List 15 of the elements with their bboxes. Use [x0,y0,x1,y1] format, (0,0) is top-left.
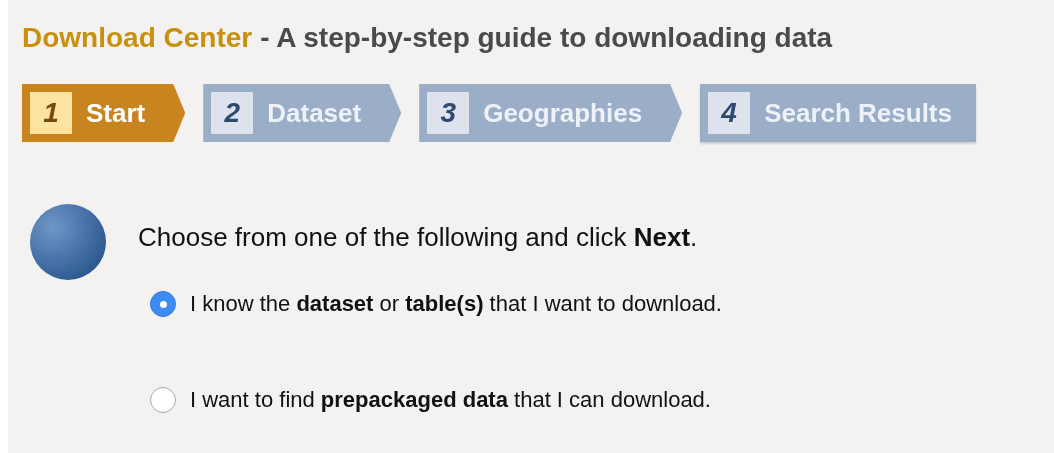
step-tab[interactable]: 3 Geographies [419,84,683,142]
option-label[interactable]: I want to find prepackaged data that I can download. [190,387,711,413]
page-title: Download Center [22,22,253,54]
page-subtitle: - A step-by-step guide to downloading data [260,22,833,54]
radio-button[interactable] [150,291,176,317]
instruction-text: Choose from one of the following and click Next. [138,222,699,253]
step-number: 2 [211,92,254,134]
step-number: 4 [708,92,751,134]
step-number: 3 [427,92,470,134]
step-tab[interactable]: 4 Search Results [700,84,976,142]
step-number: 1 [30,92,72,134]
step-tab[interactable]: 2 Dataset [203,84,402,142]
step-tab[interactable]: 1 Start [22,84,186,142]
radio-button[interactable] [150,387,176,413]
option-label[interactable]: I know the dataset or table(s) that I want to download. [190,291,722,317]
